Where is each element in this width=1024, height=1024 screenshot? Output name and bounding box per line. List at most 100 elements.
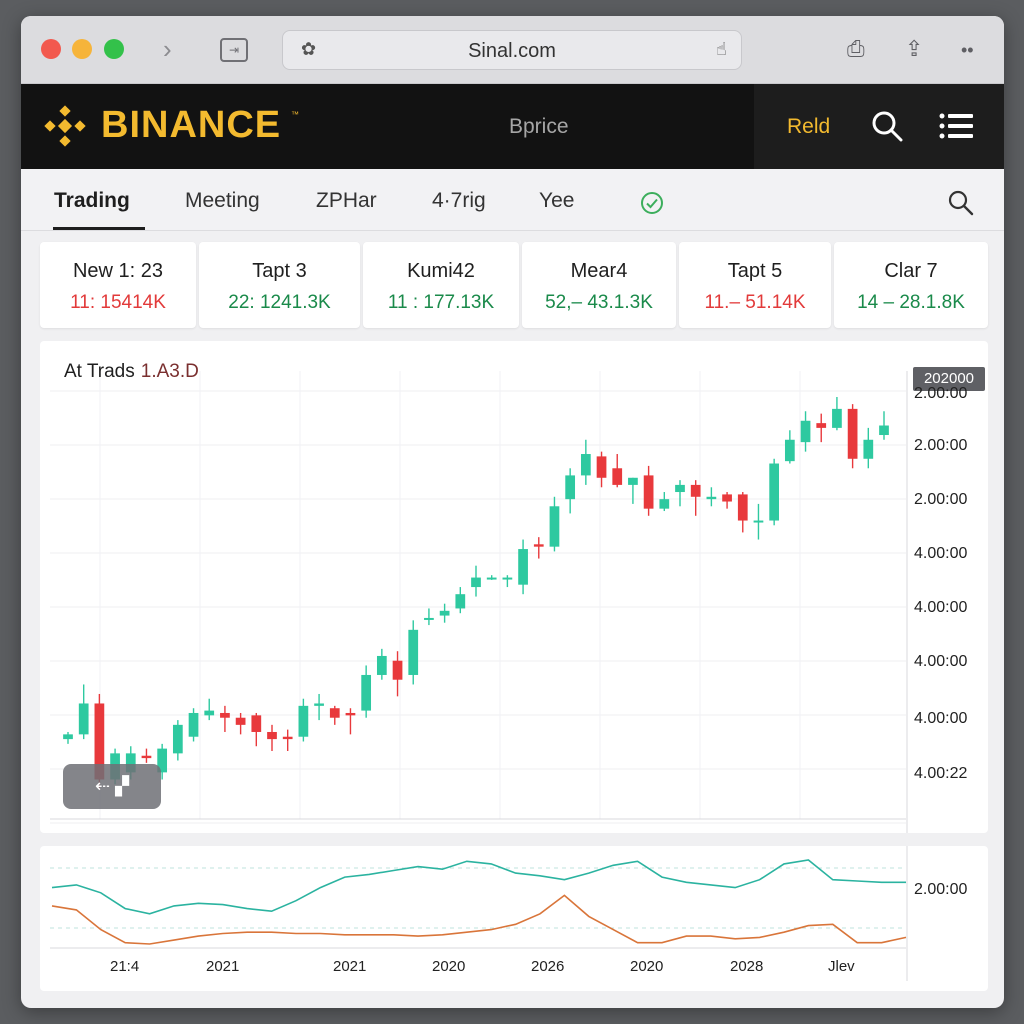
candle-body bbox=[737, 494, 748, 521]
candle[interactable] bbox=[172, 720, 183, 761]
candle[interactable] bbox=[643, 465, 654, 516]
candle[interactable] bbox=[847, 404, 858, 469]
candle-body bbox=[612, 468, 623, 485]
tabs-icon[interactable]: ⎙ bbox=[847, 36, 865, 62]
candle-body bbox=[722, 494, 732, 502]
candle-body bbox=[659, 499, 670, 509]
candle[interactable] bbox=[455, 587, 466, 614]
candle[interactable] bbox=[188, 708, 199, 742]
header-nav-item[interactable]: Bprice bbox=[509, 115, 569, 139]
indicator-y-label: 2.00:00 bbox=[914, 881, 968, 898]
candle[interactable] bbox=[879, 411, 889, 440]
ticker-name: Tapt 3 bbox=[252, 260, 307, 282]
candle[interactable] bbox=[251, 712, 262, 747]
candle[interactable] bbox=[408, 620, 419, 685]
candle[interactable] bbox=[580, 439, 591, 485]
candle[interactable] bbox=[863, 427, 874, 469]
ticker-name: Kumi42 bbox=[407, 260, 475, 282]
candle-body bbox=[376, 655, 387, 675]
candle-body bbox=[235, 717, 246, 725]
candle[interactable] bbox=[345, 708, 356, 735]
candle[interactable] bbox=[376, 648, 387, 680]
price-chart[interactable]: At Trads 1.A3.D 202000 2.00:00 2.00:00 2.… bbox=[40, 341, 988, 833]
address-bar[interactable]: ✿ Sinal.com ☝ bbox=[282, 30, 742, 70]
candle[interactable] bbox=[267, 724, 277, 751]
candle[interactable] bbox=[753, 503, 764, 540]
candle[interactable] bbox=[690, 480, 701, 516]
candle[interactable] bbox=[596, 451, 607, 488]
candle-body bbox=[251, 715, 262, 732]
candle[interactable] bbox=[784, 430, 795, 464]
tab-4-7rig[interactable]: 4·7rig bbox=[432, 189, 486, 213]
candlestick-chart-svg[interactable] bbox=[40, 341, 988, 833]
drawing-tool-button[interactable]: ⇠ ▞ bbox=[63, 764, 161, 809]
candle-body bbox=[282, 736, 293, 740]
y-axis-label: 4.00:00 bbox=[914, 545, 968, 562]
ticker-card[interactable]: Tapt 3 22: 1241.3K bbox=[199, 242, 360, 328]
candle[interactable] bbox=[314, 693, 324, 721]
candle-body bbox=[63, 734, 73, 740]
search-icon[interactable] bbox=[947, 189, 975, 217]
ticker-card[interactable]: Clar 7 14 – 28.1.8K bbox=[834, 242, 988, 328]
candle[interactable] bbox=[518, 539, 528, 595]
ticker-card[interactable]: New 1: 23 11: 15414K bbox=[40, 242, 196, 328]
candle[interactable] bbox=[628, 477, 638, 504]
candle[interactable] bbox=[737, 492, 748, 533]
candle[interactable] bbox=[816, 413, 827, 443]
candle-body bbox=[204, 710, 215, 716]
candle[interactable] bbox=[204, 698, 215, 721]
indicator-panel[interactable]: 2.00:00 21:4 2021 2021 2020 2026 2020 20… bbox=[40, 846, 988, 991]
candle[interactable] bbox=[659, 492, 670, 512]
candle[interactable] bbox=[63, 731, 73, 744]
candle[interactable] bbox=[612, 454, 623, 488]
tab-trading[interactable]: Trading bbox=[54, 189, 130, 213]
candle[interactable] bbox=[722, 492, 732, 509]
share-icon[interactable]: ⇪ bbox=[905, 36, 923, 62]
candle[interactable] bbox=[392, 651, 403, 697]
tab-yee[interactable]: Yee bbox=[539, 189, 574, 213]
menu-icon[interactable] bbox=[939, 112, 973, 140]
candle[interactable] bbox=[769, 458, 780, 526]
hand-icon[interactable]: ☝ bbox=[716, 39, 727, 60]
candle[interactable] bbox=[282, 729, 293, 751]
candle-body bbox=[172, 724, 183, 754]
candle[interactable] bbox=[471, 565, 481, 597]
minimize-window-button[interactable] bbox=[72, 39, 92, 59]
more-icon[interactable]: •• bbox=[961, 40, 974, 61]
candle[interactable] bbox=[533, 537, 544, 559]
candle[interactable] bbox=[361, 665, 372, 718]
logo-trademark: ™ bbox=[291, 110, 299, 119]
candle[interactable] bbox=[141, 748, 152, 763]
tab-meeting[interactable]: Meeting bbox=[185, 189, 260, 213]
candle-body bbox=[769, 463, 780, 521]
candle-body bbox=[408, 629, 419, 675]
tab-zphar[interactable]: ZPHar bbox=[316, 189, 377, 213]
candle[interactable] bbox=[800, 411, 811, 452]
candle[interactable] bbox=[78, 684, 89, 740]
chevron-right-icon[interactable]: › bbox=[163, 34, 172, 65]
candle[interactable] bbox=[424, 608, 434, 626]
candle[interactable] bbox=[706, 487, 717, 507]
candle[interactable] bbox=[565, 468, 576, 514]
candle[interactable] bbox=[329, 705, 340, 725]
candle[interactable] bbox=[235, 712, 246, 735]
browser-toolbar: › ⇥ ✿ Sinal.com ☝ ⎙ ⇪ •• bbox=[21, 16, 1004, 84]
sidebar-icon[interactable]: ⇥ bbox=[220, 38, 248, 62]
zoom-window-button[interactable] bbox=[104, 39, 124, 59]
header-link[interactable]: Reld bbox=[787, 115, 830, 139]
search-icon[interactable] bbox=[869, 108, 905, 144]
candle[interactable] bbox=[502, 575, 513, 588]
candle-body bbox=[628, 477, 638, 485]
candle[interactable] bbox=[675, 480, 685, 507]
ticker-card[interactable]: Mear4 52,– 43.1.3K bbox=[522, 242, 676, 328]
candle[interactable] bbox=[549, 496, 560, 552]
indicator-series-line bbox=[51, 894, 907, 945]
ticker-card[interactable]: Kumi42 11 : 177.13K bbox=[363, 242, 519, 328]
close-window-button[interactable] bbox=[41, 39, 61, 59]
candle[interactable] bbox=[220, 705, 230, 732]
candle[interactable] bbox=[486, 575, 497, 580]
chart-title-sub: 1.A3.D bbox=[140, 361, 199, 382]
ticker-card[interactable]: Tapt 5 11.– 51.14K bbox=[679, 242, 831, 328]
candle[interactable] bbox=[832, 397, 842, 431]
candle-body bbox=[533, 544, 544, 547]
